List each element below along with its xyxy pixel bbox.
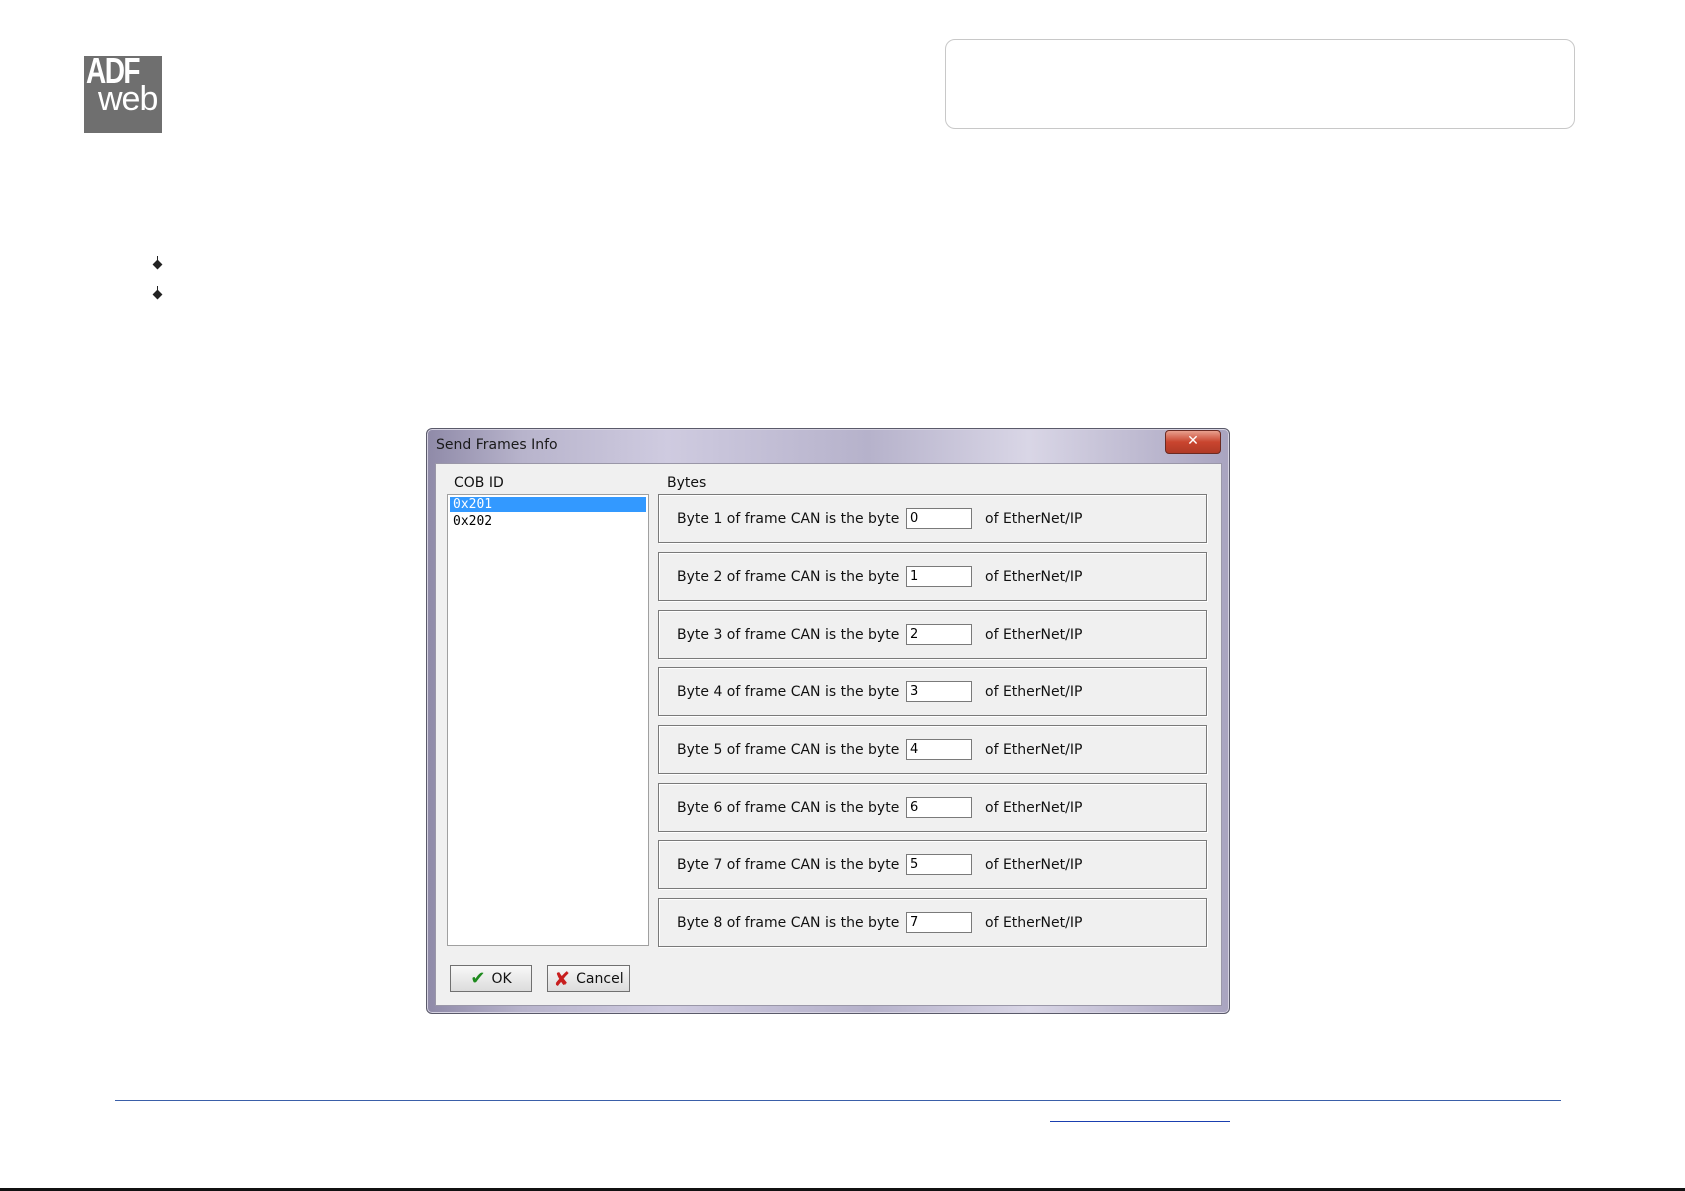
byte-2-field[interactable] — [906, 566, 972, 587]
byte-8-field[interactable] — [906, 912, 972, 933]
byte-row-suffix: of EtherNet/IP — [985, 569, 1083, 585]
byte-row-label: Byte 4 of frame CAN is the byte — [677, 684, 900, 700]
dialog-title: Send Frames Info — [436, 437, 558, 453]
header-box — [945, 39, 1575, 129]
check-icon: ✔ — [470, 967, 486, 989]
byte-row-label: Byte 8 of frame CAN is the byte — [677, 915, 900, 931]
byte-row-label: Byte 6 of frame CAN is the byte — [677, 800, 900, 816]
byte-row-suffix: of EtherNet/IP — [985, 742, 1083, 758]
footer-rule — [115, 1100, 1561, 1101]
byte-row-suffix: of EtherNet/IP — [985, 627, 1083, 643]
byte-6-field[interactable] — [906, 797, 972, 818]
byte-row-8: Byte 8 of frame CAN is the byte of Ether… — [658, 898, 1207, 947]
byte-row-label: Byte 7 of frame CAN is the byte — [677, 857, 900, 873]
byte-row-3: Byte 3 of frame CAN is the byte of Ether… — [658, 610, 1207, 659]
byte-row-suffix: of EtherNet/IP — [985, 511, 1083, 527]
send-frames-info-dialog: Send Frames Info ✕ COB ID Bytes 0x201 0x… — [426, 428, 1230, 1014]
byte-5-field[interactable] — [906, 739, 972, 760]
x-icon: ✘ — [553, 966, 571, 991]
cob-id-item[interactable]: 0x202 — [450, 514, 646, 529]
byte-row-7: Byte 7 of frame CAN is the byte of Ether… — [658, 840, 1207, 889]
byte-row-suffix: of EtherNet/IP — [985, 857, 1083, 873]
byte-row-2: Byte 2 of frame CAN is the byte of Ether… — [658, 552, 1207, 601]
byte-3-field[interactable] — [906, 624, 972, 645]
logo-text-web: web — [98, 80, 158, 118]
byte-1-field[interactable] — [906, 508, 972, 529]
byte-row-suffix: of EtherNet/IP — [985, 800, 1083, 816]
byte-7-field[interactable] — [906, 854, 972, 875]
adf-web-logo: ADF web — [84, 56, 162, 133]
byte-row-1: Byte 1 of frame CAN is the byte of Ether… — [658, 494, 1207, 543]
cob-id-listbox[interactable]: 0x201 0x202 — [447, 494, 649, 946]
cancel-button-label: Cancel — [576, 970, 624, 987]
byte-row-suffix: of EtherNet/IP — [985, 684, 1083, 700]
byte-row-label: Byte 2 of frame CAN is the byte — [677, 569, 900, 585]
ok-button-label: OK — [491, 970, 512, 987]
close-button[interactable]: ✕ — [1165, 430, 1221, 454]
close-icon: ✕ — [1187, 433, 1199, 449]
byte-row-suffix: of EtherNet/IP — [985, 915, 1083, 931]
cancel-button[interactable]: ✘ Cancel — [547, 965, 630, 992]
ok-button[interactable]: ✔ OK — [450, 965, 532, 992]
byte-row-4: Byte 4 of frame CAN is the byte of Ether… — [658, 667, 1207, 716]
byte-row-5: Byte 5 of frame CAN is the byte of Ether… — [658, 725, 1207, 774]
byte-4-field[interactable] — [906, 681, 972, 702]
bytes-label: Bytes — [667, 475, 707, 491]
dialog-client-area: COB ID Bytes 0x201 0x202 Byte 1 of frame… — [435, 463, 1222, 1006]
cob-id-item[interactable]: 0x201 — [450, 497, 646, 512]
byte-row-label: Byte 5 of frame CAN is the byte — [677, 742, 900, 758]
bullet-icon — [151, 286, 165, 302]
byte-row-label: Byte 1 of frame CAN is the byte — [677, 511, 900, 527]
byte-row-6: Byte 6 of frame CAN is the byte of Ether… — [658, 783, 1207, 832]
byte-row-label: Byte 3 of frame CAN is the byte — [677, 627, 900, 643]
footer-link-underline[interactable] — [1050, 1121, 1230, 1122]
cob-id-label: COB ID — [454, 475, 504, 491]
bullet-icon — [151, 256, 165, 272]
